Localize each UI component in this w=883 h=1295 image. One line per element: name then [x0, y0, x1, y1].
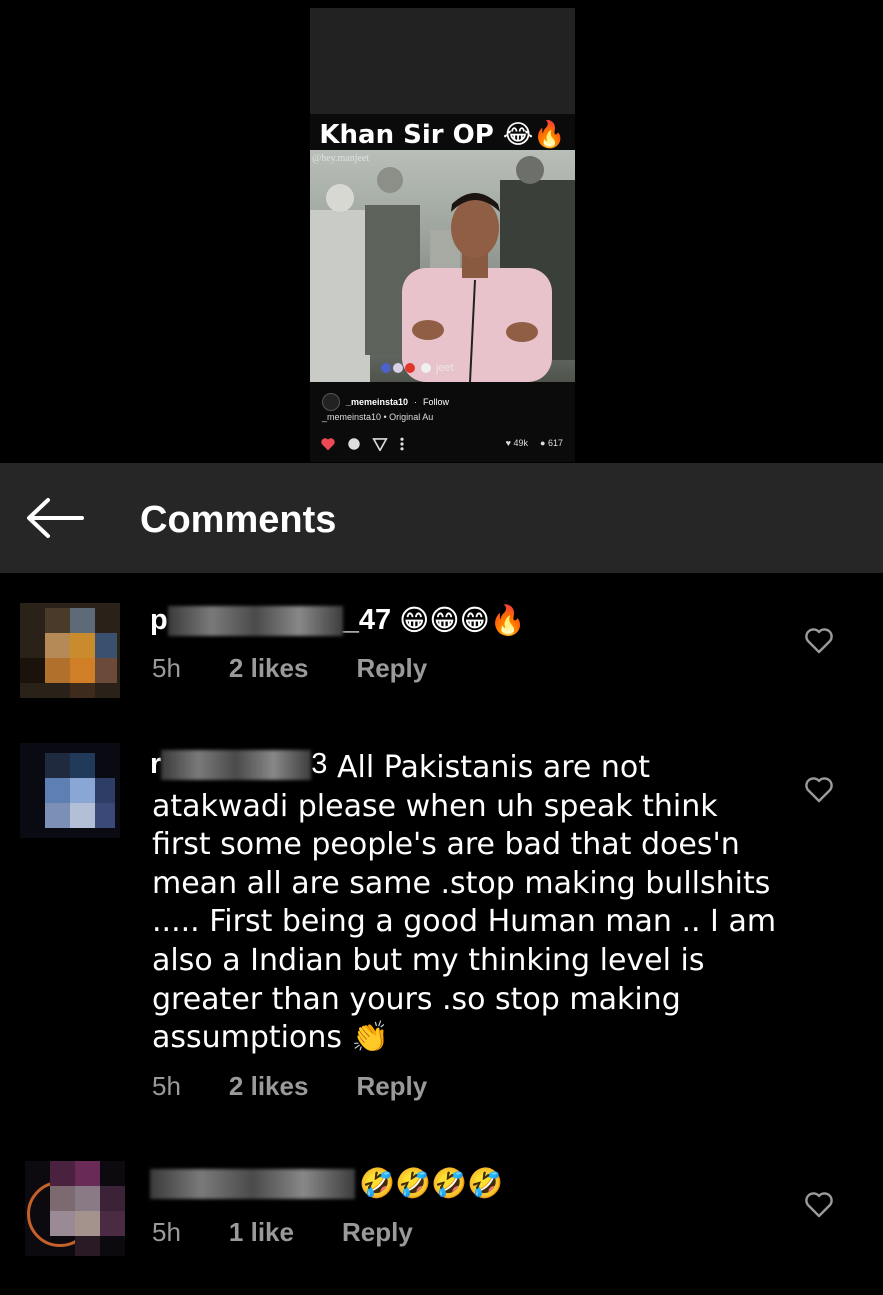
- share-icon[interactable]: [372, 437, 388, 451]
- reel-preview[interactable]: Khan Sir OP 😂🔥 @hey.manjeet jeet _memein…: [310, 8, 575, 462]
- comment-meta: 5h 2 likes Reply: [152, 1071, 427, 1102]
- comment-body: All Pakistanis are not atakwadi please w…: [152, 750, 777, 1056]
- small-comment-icon: ●: [540, 438, 548, 448]
- reply-button[interactable]: Reply: [356, 1071, 427, 1102]
- like-comment-button[interactable]: [804, 776, 834, 804]
- like-comment-button[interactable]: [804, 627, 834, 655]
- reel-overlay-text: jeet: [436, 362, 454, 374]
- video-frame-illustration: [310, 156, 575, 382]
- avatar[interactable]: [25, 1161, 125, 1256]
- reel-stats: ♥ 49k ● 617: [506, 438, 563, 448]
- comment-item: r 3 All Pakistanis are not atakwadi plea…: [0, 723, 883, 1133]
- comment-likes[interactable]: 2 likes: [229, 1071, 309, 1102]
- back-button[interactable]: [24, 495, 86, 541]
- comment-likes[interactable]: 1 like: [229, 1217, 294, 1248]
- reel-comments-stat: ● 617: [540, 438, 563, 448]
- comments-header: Comments: [0, 463, 883, 573]
- avatar[interactable]: [20, 743, 120, 838]
- comment-likes[interactable]: 2 likes: [229, 653, 309, 684]
- heart-filled-icon[interactable]: [320, 437, 336, 451]
- comment-time: 5h: [152, 1071, 181, 1101]
- username-emojis: 😁😁😁🔥: [399, 603, 526, 637]
- username-suffix: _47: [342, 604, 392, 636]
- dot-separator: ·: [414, 397, 418, 407]
- username-initial: p: [150, 604, 168, 636]
- reel-meta: _memeinsta10 · Follow _memeinsta10 • Ori…: [310, 388, 575, 462]
- reel-caption-title: Khan Sir OP 😂🔥: [319, 120, 566, 150]
- reel-watermark: @hey.manjeet: [312, 153, 370, 164]
- reel-account-row: _memeinsta10 · Follow: [322, 393, 449, 411]
- reply-button[interactable]: Reply: [342, 1217, 413, 1248]
- heart-outline-icon: [805, 1192, 833, 1218]
- heart-outline-icon: [805, 777, 833, 803]
- comment-icon[interactable]: [346, 437, 362, 451]
- more-options-icon[interactable]: [398, 436, 406, 452]
- comment-item: p _47 😁😁😁🔥 5h 2 likes Reply: [0, 573, 883, 723]
- reel-comments-count: 617: [547, 438, 563, 448]
- reel-top-area: [310, 8, 575, 114]
- reel-likes-count: 49k: [513, 438, 529, 448]
- reel-account-avatar[interactable]: [322, 393, 340, 411]
- comment-time: 5h: [152, 653, 181, 683]
- heart-outline-icon: [805, 628, 833, 654]
- comment-time: 5h: [152, 1217, 181, 1247]
- back-arrow-icon: [27, 498, 84, 538]
- comment-item: 🤣🤣🤣🤣 5h 1 like Reply: [0, 1133, 883, 1283]
- reel-audio-label[interactable]: _memeinsta10 • Original Au: [322, 412, 433, 422]
- like-comment-button[interactable]: [804, 1191, 834, 1219]
- reel-likes-stat: ♥ 49k: [506, 438, 528, 448]
- comment-meta: 5h 1 like Reply: [152, 1217, 413, 1248]
- reel-account-name[interactable]: _memeinsta10: [346, 397, 408, 407]
- reel-follow-button[interactable]: Follow: [423, 397, 449, 407]
- comment-meta: 5h 2 likes Reply: [152, 653, 427, 684]
- redacted-username: [150, 1168, 355, 1199]
- page-title: Comments: [140, 499, 337, 541]
- avatar[interactable]: [20, 603, 120, 698]
- comment-text: All Pakistanis are not atakwadi please w…: [152, 749, 782, 1058]
- redacted-username: [167, 605, 343, 636]
- reel-video[interactable]: @hey.manjeet jeet: [310, 150, 575, 382]
- comment-username[interactable]: 🤣🤣🤣🤣: [150, 1166, 503, 1201]
- username-emojis: 🤣🤣🤣🤣: [359, 1166, 504, 1200]
- reel-actions: [320, 436, 406, 452]
- reply-button[interactable]: Reply: [356, 653, 427, 684]
- comment-username[interactable]: p _47 😁😁😁🔥: [150, 603, 526, 638]
- small-heart-icon: ♥: [505, 438, 514, 448]
